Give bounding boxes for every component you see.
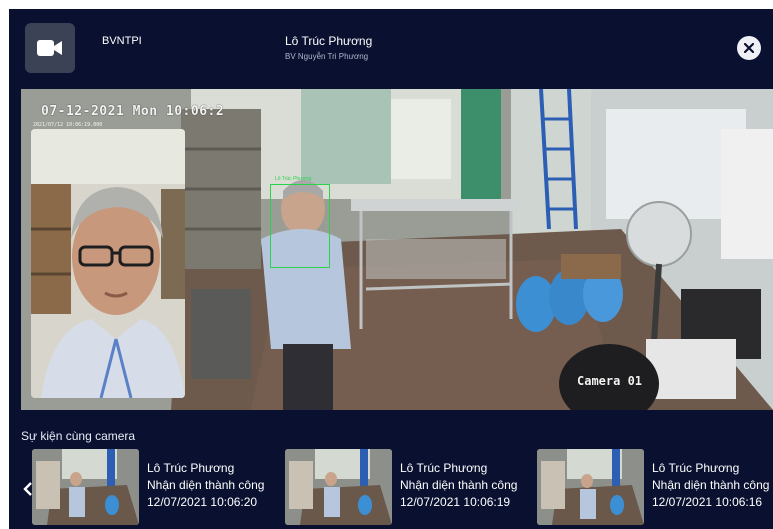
event-thumbnail <box>537 449 644 525</box>
osd-timestamp: 2021/07/12 10:06:19.000 <box>33 122 103 128</box>
face-box-label: Lô Trúc Phương <box>275 176 312 182</box>
event-person-name: Lô Trúc Phương <box>147 461 235 475</box>
close-button[interactable] <box>737 36 761 60</box>
event-card[interactable]: Lô Trúc Phương Nhận diện thành công 12/0… <box>32 449 272 527</box>
osd-camera-label: Camera 01 <box>577 374 643 388</box>
events-section-title: Sự kiện cùng camera <box>21 429 136 443</box>
event-thumbnail <box>285 449 392 525</box>
camera-snapshot: 07-12-2021 Mon 10:06:2 2021/07/12 10:06:… <box>21 89 773 410</box>
event-thumbnail <box>32 449 139 525</box>
close-icon <box>744 43 754 53</box>
event-time: 12/07/2021 10:06:16 <box>652 495 763 509</box>
event-detail-modal: BVNTPI Lô Trúc Phương BV Nguyễn Tri Phươ… <box>9 9 773 529</box>
osd-datetime: 07-12-2021 Mon 10:06:2 <box>41 104 225 119</box>
event-person-name: Lô Trúc Phương <box>652 461 740 475</box>
camera-button[interactable] <box>25 23 75 73</box>
modal-header: BVNTPI Lô Trúc Phương BV Nguyễn Tri Phươ… <box>9 9 773 89</box>
person-name: Lô Trúc Phương <box>285 34 373 48</box>
event-status: Nhận diện thành công <box>400 478 518 492</box>
event-time: 12/07/2021 10:06:20 <box>147 495 258 509</box>
event-card[interactable]: Lô Trúc Phương Nhận diện thành công 12/0… <box>285 449 525 527</box>
person-organization: BV Nguyễn Tri Phương <box>285 52 369 61</box>
event-status: Nhận diện thành công <box>652 478 770 492</box>
event-time: 12/07/2021 10:06:19 <box>400 495 511 509</box>
event-status: Nhận diện thành công <box>147 478 265 492</box>
event-card[interactable]: Lô Trúc Phương Nhận diện thành công 12/0… <box>537 449 773 527</box>
face-detection-box <box>270 184 330 268</box>
face-crop-image <box>31 129 185 398</box>
video-camera-icon <box>37 40 62 56</box>
event-person-name: Lô Trúc Phương <box>400 461 488 475</box>
events-carousel: Lô Trúc Phương Nhận diện thành công 12/0… <box>21 447 773 529</box>
device-name: BVNTPI <box>102 35 142 47</box>
